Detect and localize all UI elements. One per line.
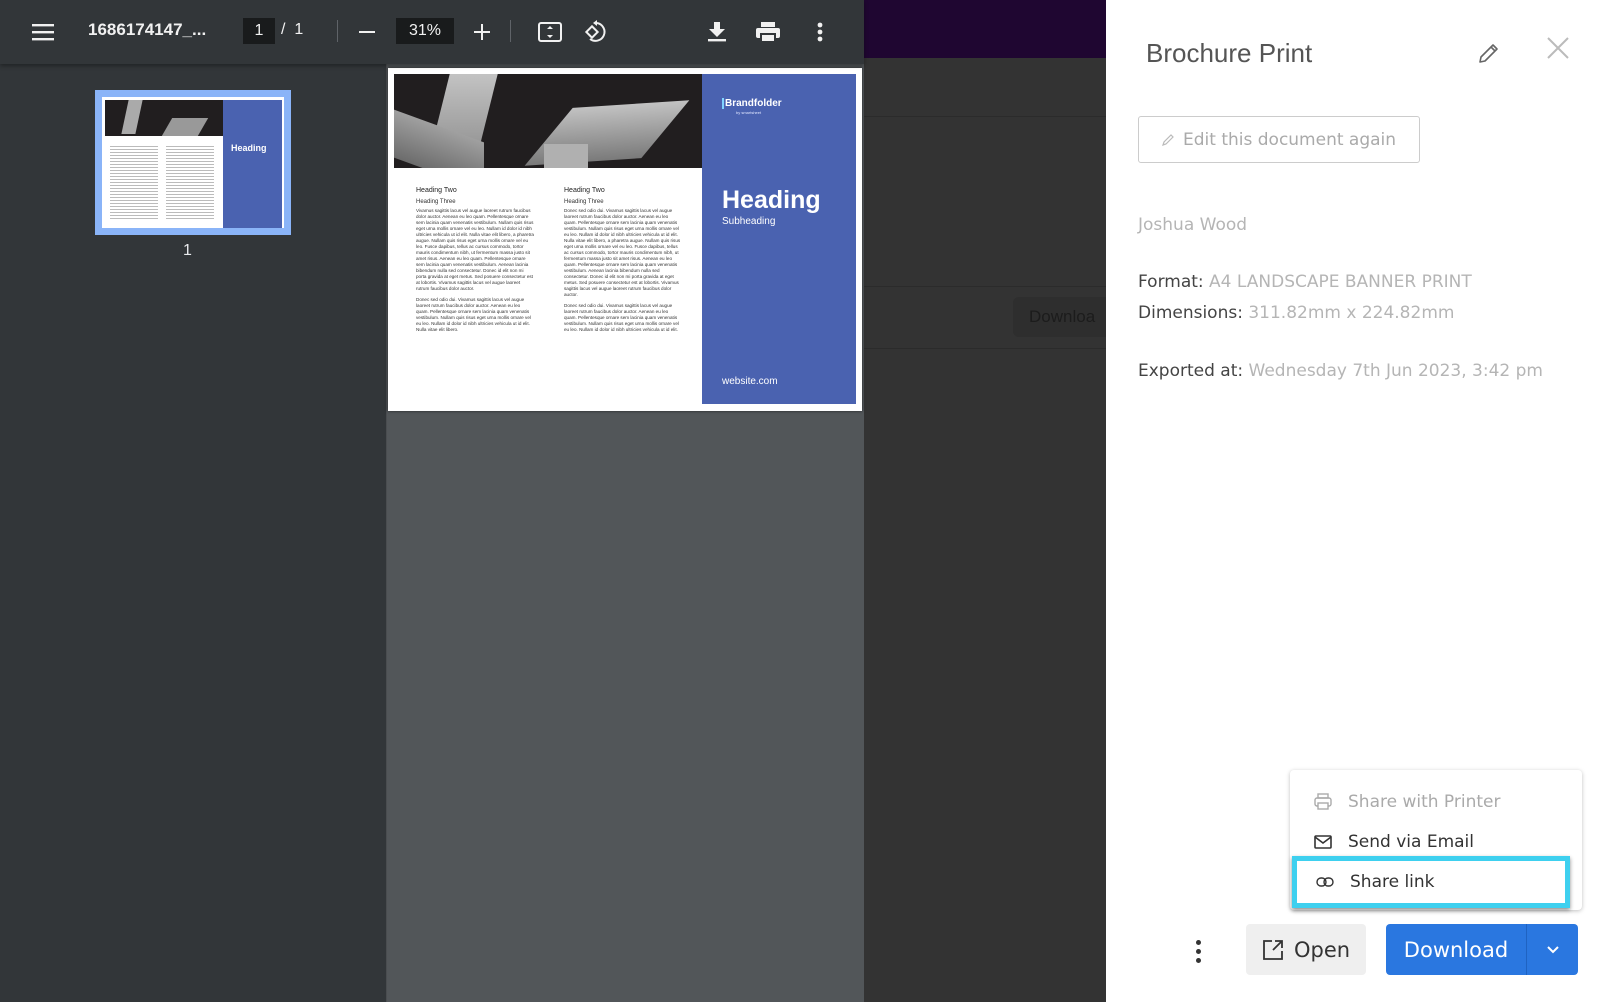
format-row: Format: A4 LANDSCAPE BANNER PRINT bbox=[1138, 272, 1472, 292]
share-menu: Share with Printer Send via Email Share … bbox=[1290, 770, 1582, 910]
document-detail-panel: Brochure Print Edit this document again … bbox=[1106, 0, 1600, 1002]
dimensions-row: Dimensions: 311.82mm x 224.82mm bbox=[1138, 303, 1454, 323]
thumbnail-heading: Heading bbox=[231, 143, 267, 153]
page-separator: / bbox=[281, 21, 286, 38]
exported-row: Exported at: Wednesday 7th Jun 2023, 3:4… bbox=[1138, 361, 1543, 381]
document-subheading: Subheading bbox=[722, 216, 776, 227]
column-paragraph: Vivamus sagittis lacus vel augue laoreet… bbox=[416, 208, 534, 291]
edit-title-pencil-icon[interactable] bbox=[1476, 42, 1500, 66]
pdf-viewer: 1686174147_... 1 / 1 31% Heading 1 Headi… bbox=[0, 0, 864, 1002]
fit-page-icon[interactable] bbox=[536, 18, 564, 46]
format-value: A4 LANDSCAPE BANNER PRINT bbox=[1209, 272, 1472, 292]
more-options-icon[interactable] bbox=[1188, 934, 1208, 968]
share-with-printer-item[interactable]: Share with Printer bbox=[1290, 782, 1582, 822]
close-icon[interactable] bbox=[1546, 36, 1572, 62]
document-heading: Heading bbox=[722, 186, 821, 214]
pdf-toolbar: 1686174147_... 1 / 1 31% bbox=[0, 0, 864, 64]
column-paragraph: Donec sed odio dui. Vivamus sagittis lac… bbox=[564, 303, 679, 332]
edit-document-again-button[interactable]: Edit this document again bbox=[1138, 116, 1420, 163]
rotate-icon[interactable] bbox=[582, 18, 610, 46]
divider bbox=[864, 348, 1106, 349]
document-website: website.com bbox=[722, 376, 778, 387]
download-options-button[interactable] bbox=[1526, 924, 1578, 975]
printer-icon bbox=[1312, 793, 1334, 811]
column-heading-three: Heading Three bbox=[564, 199, 604, 205]
pencil-icon bbox=[1162, 133, 1174, 146]
menu-icon[interactable] bbox=[29, 18, 57, 46]
thumbnail-preview: Heading bbox=[102, 97, 284, 228]
modal-backdrop[interactable]: Downloa bbox=[864, 0, 1133, 1002]
exported-value: Wednesday 7th Jun 2023, 3:42 pm bbox=[1248, 361, 1543, 381]
zoom-level-input[interactable]: 31% bbox=[396, 18, 454, 44]
share-link-item[interactable]: Share link bbox=[1292, 856, 1570, 908]
thumbnail-photo bbox=[105, 100, 223, 136]
menu-item-label: Share with Printer bbox=[1348, 792, 1501, 812]
page-count: / 1 bbox=[281, 21, 303, 39]
menu-item-label: Send via Email bbox=[1348, 832, 1474, 852]
column-heading-two: Heading Two bbox=[564, 187, 605, 194]
format-label: Format: bbox=[1138, 272, 1204, 292]
divider bbox=[864, 116, 1106, 117]
thumbnail-column bbox=[166, 145, 214, 221]
column-paragraph: Donec sed odio dui. Vivamus sagittis lac… bbox=[416, 297, 531, 332]
current-page-input[interactable]: 1 bbox=[243, 18, 275, 44]
zoom-out-icon[interactable] bbox=[353, 18, 381, 46]
column-heading-three: Heading Three bbox=[416, 199, 456, 205]
thumbnail-blue-panel: Heading bbox=[223, 100, 282, 228]
external-link-icon bbox=[1262, 939, 1284, 961]
thumbnail-column bbox=[110, 145, 158, 221]
toolbar-divider bbox=[510, 20, 511, 42]
column-paragraph: Donec sed odio dui. Vivamus sagittis lac… bbox=[564, 208, 681, 297]
brandfolder-logo-subtext: by smartsheet bbox=[736, 110, 762, 115]
mail-icon bbox=[1312, 833, 1334, 851]
download-button[interactable]: Download bbox=[1386, 924, 1526, 975]
thumbnail-page-number: 1 bbox=[183, 242, 192, 259]
page-thumbnail[interactable]: Heading bbox=[95, 90, 291, 235]
download-icon[interactable] bbox=[703, 18, 731, 46]
dimensions-value: 311.82mm x 224.82mm bbox=[1248, 303, 1455, 323]
zoom-in-icon[interactable] bbox=[468, 18, 496, 46]
print-icon[interactable] bbox=[754, 18, 782, 46]
open-button[interactable]: Open bbox=[1246, 924, 1366, 975]
open-button-label: Open bbox=[1293, 937, 1351, 962]
exported-label: Exported at: bbox=[1138, 361, 1244, 381]
author-name: Joshua Wood bbox=[1138, 215, 1248, 235]
chevron-down-icon bbox=[1546, 945, 1559, 953]
total-pages: 1 bbox=[294, 21, 304, 38]
panel-title: Brochure Print bbox=[1146, 38, 1313, 68]
edit-document-again-label: Edit this document again bbox=[1183, 129, 1397, 150]
menu-item-label: Share link bbox=[1350, 872, 1435, 892]
dimensions-label: Dimensions: bbox=[1138, 303, 1243, 323]
brandfolder-logo: Brandfolder bbox=[722, 98, 782, 109]
column-heading-two: Heading Two bbox=[416, 187, 457, 194]
document-column-2: Heading Two Heading Three Donec sed odio… bbox=[564, 187, 682, 338]
link-icon bbox=[1314, 873, 1336, 891]
pdf-page: Heading Two Heading Three Vivamus sagitt… bbox=[388, 68, 862, 411]
toolbar-divider bbox=[337, 20, 338, 42]
document-column-1: Heading Two Heading Three Vivamus sagitt… bbox=[416, 187, 534, 338]
document-blue-panel: Brandfolder by smartsheet Heading Subhea… bbox=[702, 74, 856, 404]
divider bbox=[864, 286, 1106, 287]
background-header bbox=[864, 0, 1106, 58]
more-vert-icon[interactable] bbox=[806, 18, 834, 46]
document-photo bbox=[394, 74, 702, 168]
pdf-filename: 1686174147_... bbox=[88, 20, 207, 39]
